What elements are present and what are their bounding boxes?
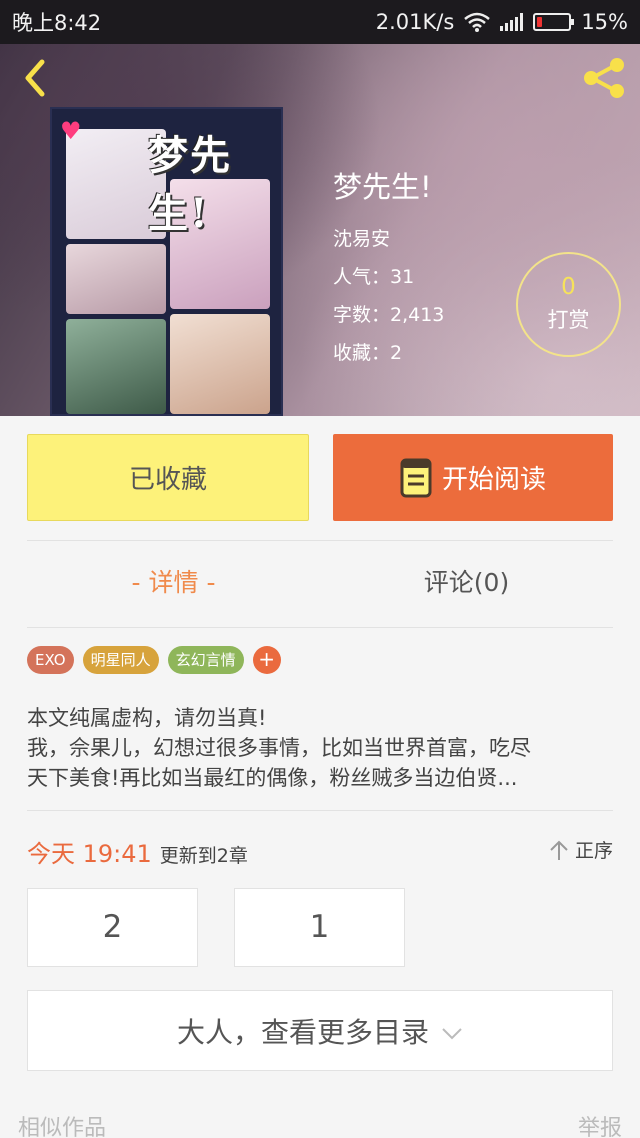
report-link[interactable]: 举报 — [578, 1110, 622, 1138]
network-speed: 2.01K/s — [375, 10, 455, 34]
description-line: 我，佘果儿，幻想过很多事情，比如当世界首富，吃尽 — [27, 736, 531, 760]
book-title: 梦先生! — [333, 170, 432, 204]
sort-order-label: 正序 — [574, 840, 613, 862]
start-reading-button[interactable]: 开始阅读 — [333, 434, 613, 521]
similar-works-heading: 相似作品 — [18, 1116, 107, 1138]
book-info: 梦先生! 沈易安 人气：31 字数：2,413 收藏：2 — [333, 164, 444, 372]
tab-comments[interactable]: 评论(0) — [320, 563, 613, 599]
add-tag-button[interactable]: + — [252, 646, 281, 674]
update-info: 今天 19:41 更新到2章 — [27, 834, 248, 869]
reward-label: 打赏 — [547, 308, 590, 332]
signal-icon — [500, 13, 524, 31]
chevron-down-icon — [442, 1027, 462, 1039]
book-popularity: 人气：31 — [333, 266, 415, 288]
reward-count: 0 — [561, 274, 576, 300]
tag-list: EXO 明星同人 玄幻言情 + — [27, 646, 281, 674]
reward-button[interactable]: 0 打赏 — [516, 252, 621, 357]
tag-exo[interactable]: EXO — [27, 646, 74, 674]
start-reading-label: 开始阅读 — [441, 465, 546, 495]
tag-celebrity-fanfic[interactable]: 明星同人 — [82, 646, 159, 674]
status-time: 晚上8:42 — [12, 11, 102, 35]
update-time: 今天 19:41 — [27, 840, 152, 868]
divider — [27, 627, 613, 628]
book-author[interactable]: 沈易安 — [333, 220, 444, 258]
book-cover-image[interactable]: 梦先生! ♥ — [50, 107, 283, 416]
book-favorites: 收藏：2 — [333, 342, 403, 364]
more-catalog-button[interactable]: 大人，查看更多目录 — [27, 990, 613, 1071]
chapter-button[interactable]: 1 — [234, 888, 405, 967]
description-line: 本文纯属虚构，请勿当真! — [27, 706, 267, 730]
status-bar: 晚上8:42 2.01K/s 15% — [0, 0, 640, 44]
back-arrow-icon[interactable] — [18, 58, 58, 98]
share-icon[interactable] — [580, 56, 628, 100]
battery-icon — [533, 13, 575, 31]
arrow-up-icon — [550, 840, 568, 860]
book-word-count: 字数：2,413 — [333, 304, 445, 326]
book-icon — [400, 458, 432, 497]
book-header: 梦先生! ♥ 梦先生! 沈易安 人气：31 字数：2,413 收藏：2 0 打赏 — [0, 44, 640, 416]
more-catalog-label: 大人，查看更多目录 — [176, 1015, 429, 1049]
favorited-button[interactable]: 已收藏 — [27, 434, 309, 521]
tag-fantasy-romance[interactable]: 玄幻言情 — [167, 646, 244, 674]
divider — [27, 540, 613, 541]
tab-detail[interactable]: - 详情 - — [27, 563, 320, 599]
divider — [27, 810, 613, 811]
cover-title-art: 梦先生! — [148, 132, 232, 237]
book-description[interactable]: 本文纯属虚构，请勿当真! 我，佘果儿，幻想过很多事情，比如当世界首富，吃尽 天下… — [27, 703, 617, 793]
battery-percent: 15% — [581, 10, 628, 34]
update-text: 更新到2章 — [159, 845, 248, 867]
sort-order-button[interactable]: 正序 — [549, 836, 613, 863]
heart-icon: ♥ — [60, 117, 82, 145]
chapter-button[interactable]: 2 — [27, 888, 198, 967]
description-line: 天下美食!再比如当最红的偶像，粉丝贼多当边伯贤... — [27, 766, 518, 790]
wifi-icon — [464, 12, 491, 32]
